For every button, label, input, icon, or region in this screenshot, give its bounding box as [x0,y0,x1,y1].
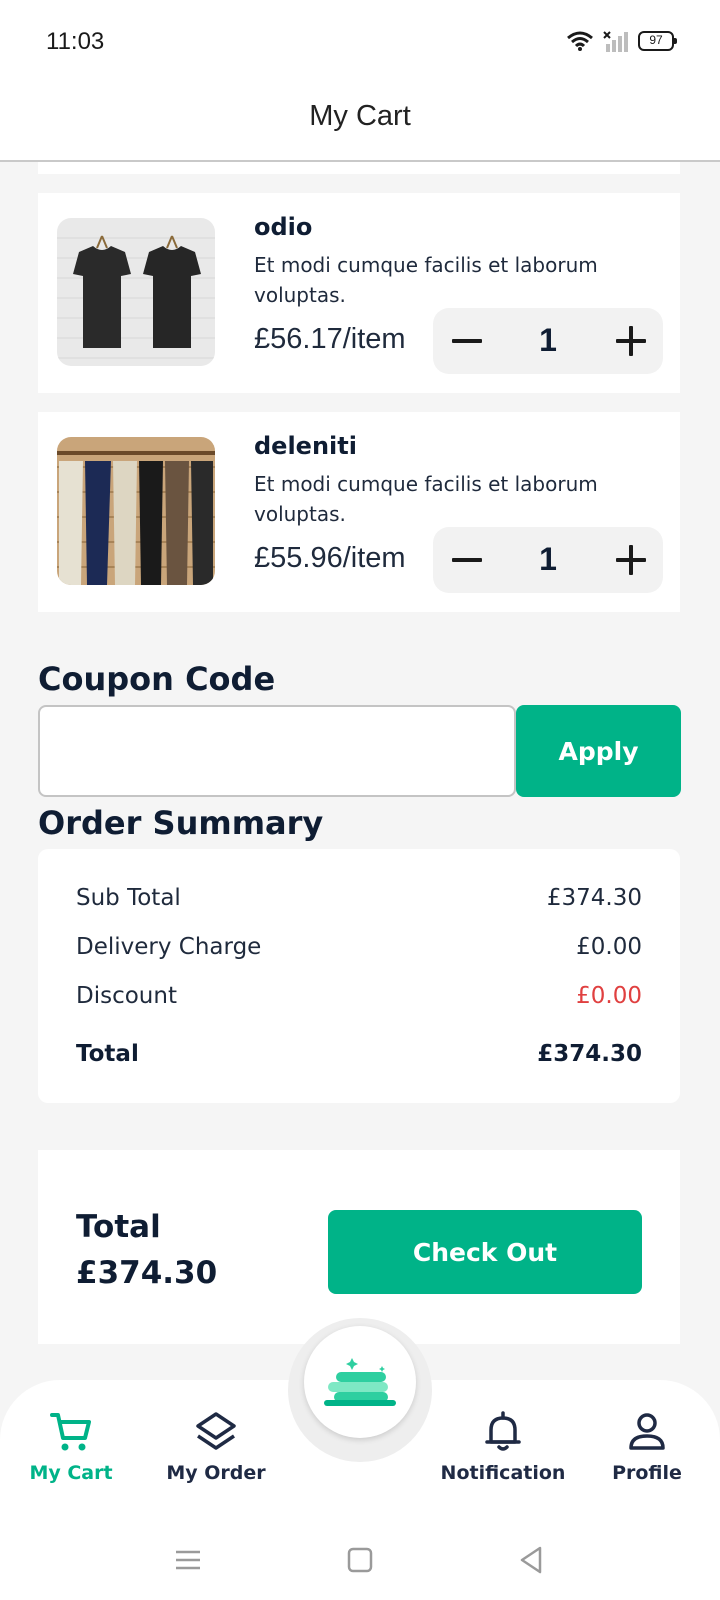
decrease-quantity-button[interactable] [433,308,499,374]
home-icon[interactable] [340,1540,380,1580]
status-time: 11:03 [46,28,105,55]
summary-row-total: Total £374.30 [76,1041,642,1067]
battery-icon: 97 [638,31,677,51]
product-name: deleniti [254,432,357,460]
menu-icon[interactable] [168,1540,208,1580]
product-price: £55.96/item [254,542,406,574]
nav-label: My Cart [29,1462,113,1484]
product-price: £56.17/item [254,323,406,355]
checkout-total-value: £374.30 [76,1255,218,1291]
nav-my-cart[interactable]: My Cart [0,1410,146,1484]
apply-button[interactable]: Apply [516,705,681,797]
decrease-quantity-button[interactable] [433,527,499,593]
summary-value: £0.00 [576,934,642,960]
product-image-trousers[interactable] [57,437,215,585]
quantity-value: 1 [539,322,557,358]
nav-label: Notification [440,1462,566,1484]
summary-row-delivery: Delivery Charge £0.00 [76,934,642,960]
summary-label: Delivery Charge [76,934,262,960]
laundry-stack-icon [324,1358,396,1406]
summary-value: £374.30 [537,1041,642,1067]
nav-my-order[interactable]: My Order [141,1410,291,1484]
back-icon[interactable] [512,1540,552,1580]
order-summary-title: Order Summary [38,804,324,842]
cart-item: odio Et modi cumque facilis et laborum v… [38,193,680,393]
product-image-black-tshirts[interactable] [57,218,215,366]
app-bar: My Cart [0,84,720,162]
discount-value: £0.00 [576,983,642,1009]
checkout-button[interactable]: Check Out [328,1210,642,1294]
person-icon [629,1413,665,1450]
product-description: Et modi cumque facilis et laborum volupt… [254,253,598,307]
order-summary-card: Sub Total £374.30 Delivery Charge £0.00 … [38,849,680,1103]
summary-label: Discount [76,983,177,1009]
increase-quantity-button[interactable] [597,308,663,374]
status-bar: 11:03 97 [0,0,720,84]
checkout-total: Total £374.30 [76,1204,217,1296]
summary-row-subtotal: Sub Total £374.30 [76,885,642,911]
bell-icon [485,1411,521,1451]
quantity-stepper: 1 [433,527,663,593]
increase-quantity-button[interactable] [597,527,663,593]
summary-row-discount: Discount £0.00 [76,983,642,1009]
product-name: odio [254,213,313,241]
summary-label: Total [76,1041,139,1067]
scroll-strip [38,162,680,174]
summary-value: £374.30 [546,885,642,911]
nav-notification[interactable]: Notification [428,1410,578,1484]
page-title: My Cart [309,100,411,132]
cart-item: deleniti Et modi cumque facilis et labor… [38,412,680,612]
signal-icon [603,31,628,52]
coupon-title: Coupon Code [38,660,276,698]
quantity-stepper: 1 [433,308,663,374]
coupon-input[interactable] [38,705,516,797]
system-nav-bar [0,1520,720,1600]
center-fab-button[interactable] [304,1326,416,1438]
cart-icon [50,1413,91,1451]
checkout-card: Total £374.30 Check Out [38,1150,680,1344]
product-description: Et modi cumque facilis et laborum volupt… [254,472,598,526]
nav-label: My Order [166,1462,266,1484]
layers-icon [196,1412,236,1450]
wifi-icon [567,31,593,51]
status-icons: 97 [566,30,677,52]
checkout-total-label: Total [76,1209,161,1245]
nav-profile[interactable]: Profile [572,1410,720,1484]
quantity-value: 1 [539,541,557,577]
nav-label: Profile [612,1462,682,1484]
summary-label: Sub Total [76,885,181,911]
